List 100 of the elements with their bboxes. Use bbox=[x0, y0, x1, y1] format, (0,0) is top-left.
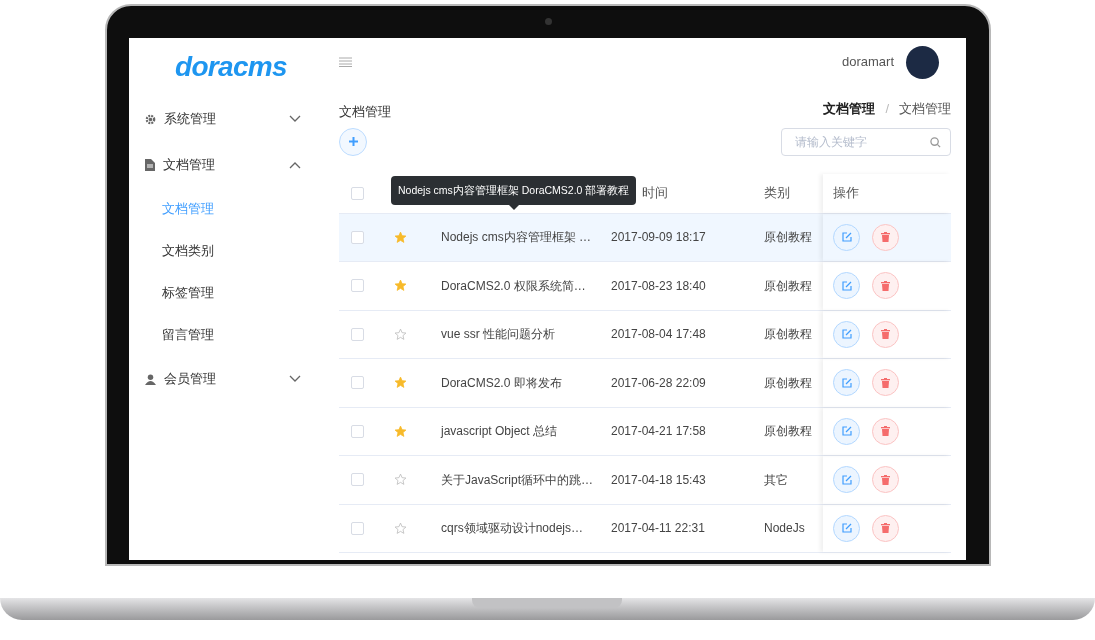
checkbox[interactable] bbox=[350, 521, 364, 535]
checkbox[interactable] bbox=[350, 186, 364, 200]
trash-icon bbox=[881, 232, 890, 243]
edit-button[interactable] bbox=[833, 466, 860, 494]
sidebar-menu-item[interactable]: 会员管理 bbox=[129, 356, 339, 402]
checkbox[interactable] bbox=[350, 424, 364, 438]
username[interactable]: doramart bbox=[841, 52, 894, 72]
article-title: javascript Object 总结 bbox=[441, 424, 558, 439]
filled-star-icon[interactable] bbox=[393, 279, 407, 293]
menu-icon[interactable] bbox=[339, 57, 352, 67]
category: 原创教程 bbox=[764, 278, 812, 293]
delete-button[interactable] bbox=[872, 417, 899, 445]
column-header: 操作 bbox=[833, 184, 859, 203]
table-row[interactable]: cqrs领域驱动设计nodejs… 2017-04-11 22:31 NodeJs bbox=[339, 504, 951, 553]
publish-time: 2017-06-28 22:09 bbox=[611, 375, 706, 390]
trash-icon bbox=[881, 329, 890, 340]
outline-star-icon[interactable] bbox=[393, 521, 407, 535]
delete-button[interactable] bbox=[872, 369, 899, 397]
edit-button[interactable] bbox=[833, 272, 860, 300]
category: 其它 bbox=[764, 472, 788, 487]
article-title: Nodejs cms内容管理框架 … bbox=[441, 230, 592, 245]
edit-button[interactable] bbox=[833, 417, 860, 445]
category: 原创教程 bbox=[764, 424, 812, 439]
article-title: DoraCMS2.0 即将发布 bbox=[441, 375, 562, 390]
sidebar-submenu-item[interactable]: 文档类别 bbox=[129, 230, 339, 272]
sidebar-menu-item[interactable]: 系统管理 bbox=[129, 96, 339, 142]
article-title: DoraCMS2.0 权限系统简… bbox=[441, 278, 586, 293]
chevron-down-icon bbox=[289, 375, 301, 383]
article-title: 关于JavaScript循环中的跳… bbox=[441, 472, 594, 487]
trash-icon bbox=[881, 474, 890, 485]
delete-button[interactable] bbox=[872, 320, 899, 348]
breadcrumb-separator: / bbox=[885, 100, 889, 118]
edit-button[interactable] bbox=[833, 514, 860, 542]
user-icon bbox=[145, 373, 156, 385]
publish-time: 2017-04-21 17:58 bbox=[611, 424, 706, 439]
publish-time: 2017-08-04 17:48 bbox=[611, 327, 706, 342]
outline-star-icon[interactable] bbox=[393, 327, 407, 341]
add-button[interactable] bbox=[339, 127, 367, 156]
checkbox[interactable] bbox=[350, 327, 364, 341]
outline-star-icon[interactable] bbox=[393, 473, 407, 487]
camera-icon bbox=[545, 18, 552, 25]
trash-icon bbox=[881, 426, 890, 437]
edit-icon bbox=[841, 232, 852, 243]
search-field[interactable]: 请输入关键字 bbox=[781, 127, 951, 156]
edit-icon bbox=[841, 474, 852, 485]
delete-button[interactable] bbox=[872, 466, 899, 494]
publish-time: 2017-04-11 22:31 bbox=[611, 521, 705, 536]
table-row[interactable]: vue ssr 性能问题分析 2017-08-04 17:48 原创教程 bbox=[339, 310, 951, 359]
category: 原创教程 bbox=[764, 375, 812, 390]
table-row[interactable]: javascript Object 总结 2017-04-21 17:58 原创教程 bbox=[339, 407, 951, 456]
checkbox[interactable] bbox=[350, 473, 364, 487]
sidebar-submenu-item[interactable]: 留言管理 bbox=[129, 314, 339, 356]
tooltip: Nodejs cms内容管理框架 DoraCMS2.0 部署教程 bbox=[391, 175, 637, 205]
edit-icon bbox=[841, 280, 852, 291]
edit-icon bbox=[841, 329, 852, 340]
publish-time: 2017-09-09 18:17 bbox=[611, 230, 706, 245]
edit-button[interactable] bbox=[833, 320, 860, 348]
sidebar-menu-item[interactable]: 文档管理 bbox=[129, 142, 339, 188]
category: 原创教程 bbox=[764, 230, 812, 245]
breadcrumb-current: 文档管理 bbox=[899, 100, 951, 118]
table-row[interactable]: DoraCMS2.0 权限系统简… 2017-08-23 18:40 原创教程 bbox=[339, 262, 951, 311]
checkbox[interactable] bbox=[350, 376, 364, 390]
publish-time: 2017-04-18 15:43 bbox=[611, 472, 706, 487]
search-icon bbox=[930, 136, 941, 148]
checkbox[interactable] bbox=[350, 230, 364, 244]
category: 原创教程 bbox=[764, 327, 812, 342]
publish-time: 2017-08-23 18:40 bbox=[611, 278, 706, 293]
tooltip-arrow bbox=[508, 204, 519, 210]
avatar[interactable] bbox=[906, 45, 939, 79]
table-row[interactable]: DoraCMS2.0 即将发布 2017-06-28 22:09 原创教程 bbox=[339, 359, 951, 408]
column-header: 时间 bbox=[642, 185, 668, 201]
page-title: 文档管理 bbox=[339, 103, 391, 121]
edit-icon bbox=[841, 426, 852, 437]
trash-icon bbox=[881, 280, 890, 291]
category: NodeJs bbox=[764, 521, 805, 536]
edit-button[interactable] bbox=[833, 223, 860, 251]
delete-button[interactable] bbox=[872, 514, 899, 542]
delete-button[interactable] bbox=[872, 272, 899, 300]
filled-star-icon[interactable] bbox=[393, 424, 407, 438]
chevron-down-icon bbox=[289, 115, 301, 123]
sidebar-submenu-item[interactable]: 标签管理 bbox=[129, 272, 339, 314]
table-row[interactable]: Nodejs cms内容管理框架 … 2017-09-09 18:17 原创教程 bbox=[339, 213, 951, 262]
breadcrumb-link[interactable]: 文档管理 bbox=[823, 99, 876, 119]
trash-icon bbox=[881, 377, 890, 388]
checkbox[interactable] bbox=[350, 279, 364, 293]
filled-star-icon[interactable] bbox=[393, 376, 407, 390]
table-row[interactable]: 关于JavaScript循环中的跳… 2017-04-18 15:43 其它 bbox=[339, 456, 951, 505]
article-title: cqrs领域驱动设计nodejs… bbox=[441, 521, 584, 536]
edit-button[interactable] bbox=[833, 369, 860, 397]
article-title: vue ssr 性能问题分析 bbox=[441, 327, 555, 342]
filled-star-icon[interactable] bbox=[393, 230, 407, 244]
delete-button[interactable] bbox=[872, 223, 899, 251]
plus-icon bbox=[348, 137, 358, 146]
chevron-up-icon bbox=[289, 161, 301, 169]
logo: doracms bbox=[175, 53, 287, 81]
edit-icon bbox=[841, 523, 852, 534]
column-header: 类别 bbox=[764, 185, 790, 201]
document-icon bbox=[145, 159, 155, 171]
trash-icon bbox=[881, 523, 890, 534]
gear-icon bbox=[145, 113, 156, 125]
